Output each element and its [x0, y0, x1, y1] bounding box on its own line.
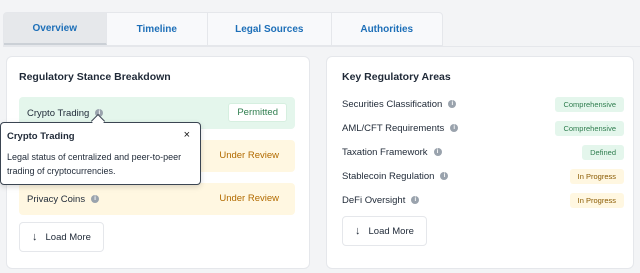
info-icon[interactable]: i	[91, 195, 100, 203]
info-icon[interactable]: i	[448, 100, 457, 108]
stance-row-label: Crypto Trading	[27, 107, 90, 119]
status-badge: Permitted	[228, 103, 287, 122]
area-row-label: DeFi Oversight	[342, 194, 406, 206]
area-row-label: Taxation Framework	[342, 146, 428, 158]
area-row-defi: DeFi Oversight i In Progress	[342, 190, 624, 210]
tooltip-body: Legal status of centralized and peer-to-…	[7, 152, 182, 176]
load-more-label: Load More	[45, 231, 91, 243]
area-row-label: AML/CFT Requirements	[342, 122, 445, 134]
tooltip-title: Crypto Trading	[7, 131, 75, 142]
info-icon[interactable]: i	[440, 172, 449, 180]
status-badge: In Progress	[569, 193, 624, 208]
area-row-aml: AML/CFT Requirements i Comprehensive	[342, 118, 624, 138]
info-icon[interactable]: i	[411, 196, 420, 204]
tab-overview[interactable]: Overview	[4, 13, 107, 45]
stance-row-privacy-coins: Privacy Coins i Under Review	[19, 183, 295, 215]
areas-card: Key Regulatory Areas Securities Classifi…	[326, 56, 634, 269]
load-more-button[interactable]: ↓ Load More	[19, 222, 104, 252]
status-badge: In Progress	[569, 169, 624, 184]
tab-divider	[3, 46, 640, 47]
area-row-label: Securities Classification	[342, 98, 443, 110]
status-badge: Comprehensive	[555, 121, 624, 136]
areas-card-title: Key Regulatory Areas	[342, 71, 451, 83]
load-more-button[interactable]: ↓ Load More	[342, 216, 427, 246]
area-row-securities: Securities Classification i Comprehensiv…	[342, 94, 624, 114]
close-icon[interactable]: ×	[184, 129, 190, 141]
status-badge: Defined	[582, 145, 624, 160]
arrow-down-icon: ↓	[355, 225, 361, 237]
load-more-label: Load More	[368, 225, 414, 237]
stance-card-title: Regulatory Stance Breakdown	[19, 71, 171, 83]
stance-row-label: Privacy Coins	[27, 193, 86, 205]
tab-timeline[interactable]: Timeline	[107, 13, 209, 45]
arrow-down-icon: ↓	[32, 231, 38, 243]
area-row-label: Stablecoin Regulation	[342, 170, 435, 182]
area-row-taxation: Taxation Framework i Defined	[342, 142, 624, 162]
tab-authorities[interactable]: Authorities	[332, 13, 442, 45]
status-badge: Under Review	[219, 193, 279, 204]
status-badge: Comprehensive	[555, 97, 624, 112]
area-row-stablecoin: Stablecoin Regulation i In Progress	[342, 166, 624, 186]
tab-bar: Overview Timeline Legal Sources Authorit…	[3, 12, 443, 46]
tab-legal-sources[interactable]: Legal Sources	[208, 13, 332, 45]
info-icon[interactable]: i	[433, 148, 442, 156]
info-tooltip: Crypto Trading × Legal status of central…	[0, 122, 201, 185]
status-badge: Under Review	[219, 150, 279, 161]
info-icon[interactable]: i	[450, 124, 459, 132]
